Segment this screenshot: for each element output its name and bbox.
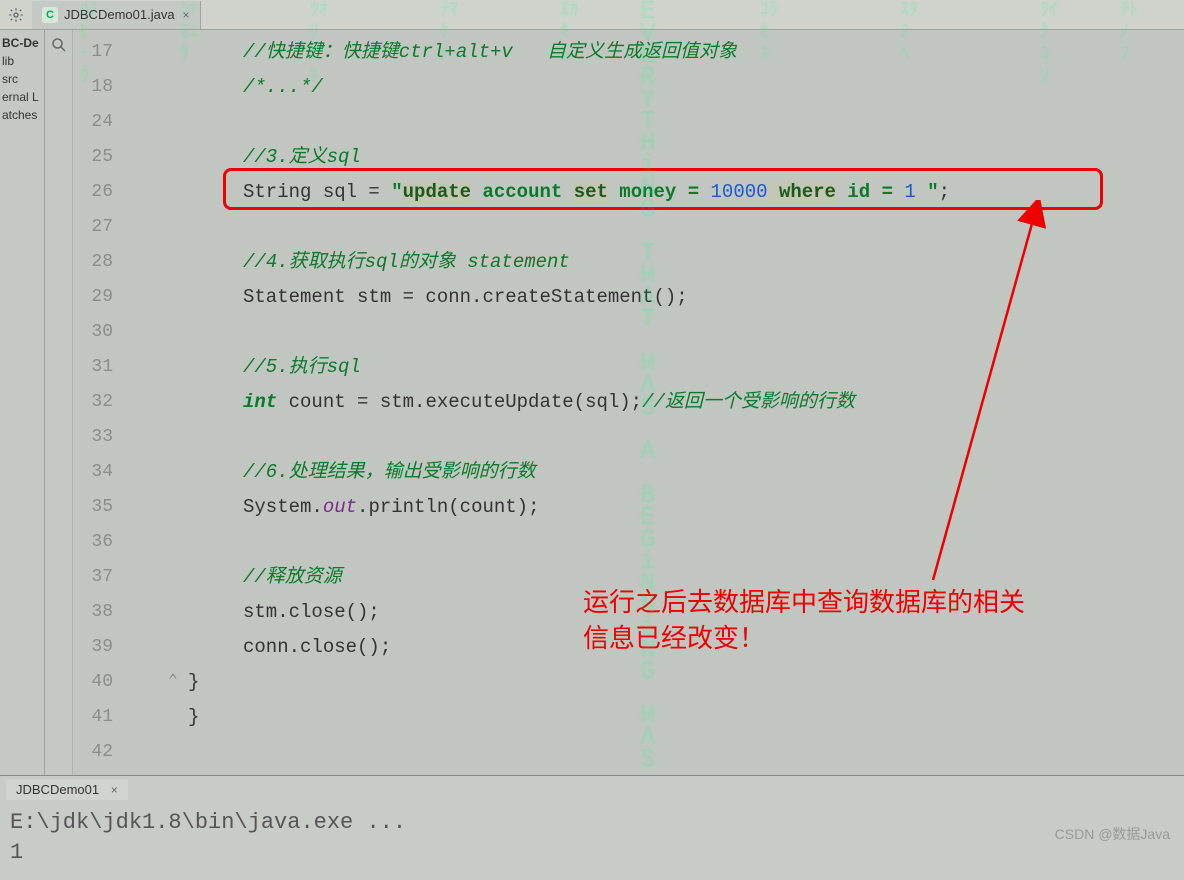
close-icon[interactable]: × [111,783,118,797]
java-class-icon: C [42,7,58,23]
code-content[interactable]: //快捷键：快捷键ctrl+alt+v 自定义生成返回值对象 /*...*/ /… [123,30,1184,775]
comment: //3.定义sql [243,146,361,168]
sidebar-item[interactable]: lib [0,52,44,70]
search-icon[interactable] [50,36,68,54]
tab-filename: JDBCDemo01.java [64,7,175,22]
comment: //释放资源 [243,566,342,588]
tab-bar: C JDBCDemo01.java × [0,0,1184,30]
editor-tab[interactable]: C JDBCDemo01.java × [32,1,201,29]
project-sidebar[interactable]: BC-De lib src ernal L atches [0,30,45,775]
run-console: JDBCDemo01 × E:\jdk\jdk1.8\bin\java.exe … [0,775,1184,880]
close-icon[interactable]: × [183,8,190,22]
line-gutter: 171824 252627 282930 313233 343536 37383… [73,30,123,775]
sidebar-item[interactable]: ernal L [0,88,44,106]
main-area: BC-De lib src ernal L atches 171824 2526… [0,30,1184,775]
console-line: E:\jdk\jdk1.8\bin\java.exe ... [10,808,1174,838]
console-tabs: JDBCDemo01 × [0,776,1184,802]
gear-icon[interactable] [4,3,28,27]
comment: //快捷键：快捷键ctrl+alt+v 自定义生成返回值对象 [243,41,737,63]
console-output[interactable]: E:\jdk\jdk1.8\bin\java.exe ... 1 [0,802,1184,874]
console-tab[interactable]: JDBCDemo01 × [6,779,128,800]
comment: //4.获取执行sql的对象 statement [243,251,570,273]
comment: //5.执行sql [243,356,361,378]
console-line: 1 [10,838,1174,868]
comment: /*...*/ [243,76,323,98]
comment: //6.处理结果，输出受影响的行数 [243,461,536,483]
sidebar-item[interactable]: src [0,70,44,88]
sidebar-item[interactable]: atches [0,106,44,124]
annotation-text: 运行之后去数据库中查询数据库的相关 信息已经改变！ [583,585,1025,657]
editor-tool-column [45,30,73,775]
watermark: CSDN @数据Java [1055,824,1170,844]
code-editor[interactable]: 171824 252627 282930 313233 343536 37383… [73,30,1184,775]
project-header: BC-De [0,34,44,52]
